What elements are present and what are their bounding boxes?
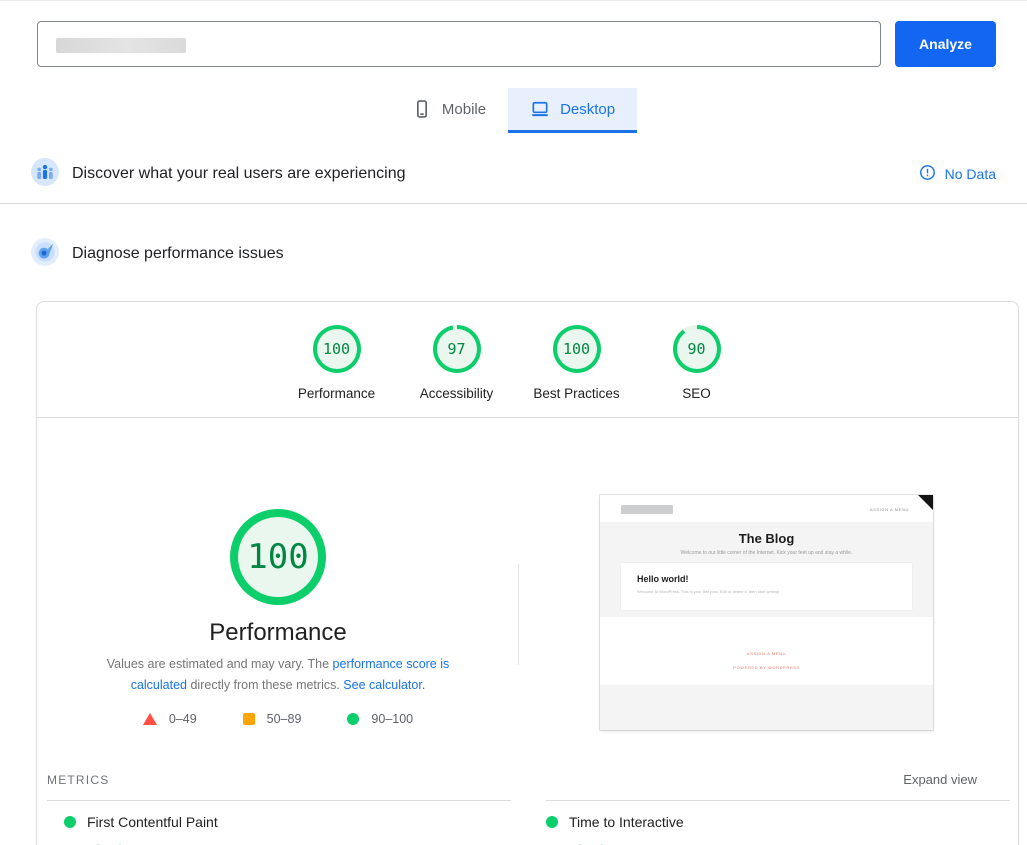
screenshot-redacted-site-name [621, 505, 673, 514]
tab-mobile[interactable]: Mobile [390, 88, 508, 133]
tab-desktop[interactable]: Desktop [508, 88, 637, 133]
best-practices-score-value: 100 [563, 340, 590, 358]
metric-fcp-label: First Contentful Paint [87, 814, 218, 830]
field-section-title: Discover what your real users are experi… [72, 165, 405, 183]
score-performance[interactable]: 100 Performance [277, 325, 397, 401]
metric-divider-left [47, 800, 511, 801]
score-accessibility[interactable]: 97 Accessibility [397, 325, 517, 401]
final-screenshot-thumbnail: ASSIGN A MENU The Blog Welcome to our li… [600, 495, 933, 730]
performance-score-ring: 100 [313, 325, 361, 373]
best-practices-score-label: Best Practices [517, 386, 637, 401]
info-icon [919, 164, 936, 184]
screenshot-hero-band: The Blog Welcome to our little corner of… [600, 522, 933, 617]
metric-first-contentful-paint: First Contentful Paint 0.3 s [64, 814, 218, 845]
performance-score-label: Performance [277, 386, 397, 401]
screenshot-post-excerpt: Welcome to WordPress. This is your first… [637, 589, 896, 594]
seo-score-label: SEO [637, 386, 757, 401]
lab-section-title: Diagnose performance issues [72, 245, 284, 263]
score-best-practices[interactable]: 100 Best Practices [517, 325, 637, 401]
performance-main-score: 100 [247, 537, 308, 577]
url-input[interactable] [37, 21, 881, 67]
card-divider [37, 417, 1018, 418]
tab-mobile-label: Mobile [442, 101, 486, 118]
real-users-icon [31, 158, 59, 191]
metric-fcp-value: 0.3 s [64, 839, 218, 845]
metric-pass-dot-icon [64, 816, 76, 828]
mobile-phone-icon [412, 99, 432, 119]
screenshot-corner-triangle-icon [918, 495, 933, 510]
diagnose-gauge-icon [31, 238, 59, 271]
screenshot-footer-band [600, 685, 933, 730]
disclaimer-text-1: Values are estimated and may vary. The [107, 657, 333, 671]
accessibility-score-ring: 97 [433, 325, 481, 373]
section-divider [0, 203, 1027, 204]
seo-score-value: 90 [687, 340, 705, 358]
pass-range-label: 90–100 [371, 712, 413, 726]
performance-gauge-title: Performance [37, 619, 519, 647]
metric-tti-value: 0.3 s [546, 839, 684, 845]
expand-view-button[interactable]: Expand view [903, 772, 977, 787]
lighthouse-report-card: 100 Performance 97 Accessibility 100 Bes… [36, 301, 1019, 845]
url-bar: Analyze [0, 1, 1027, 67]
no-data-link[interactable]: No Data [919, 164, 996, 184]
disclaimer-text-2: directly from these metrics. [187, 678, 343, 692]
screenshot-post-card: Hello world! Welcome to WordPress. This … [621, 563, 912, 610]
metric-divider-right [546, 800, 1010, 801]
device-tabs: Mobile Desktop [0, 88, 1027, 133]
category-scores-row: 100 Performance 97 Accessibility 100 Bes… [26, 302, 1007, 401]
screenshot-menu-label: ASSIGN A MENU [870, 507, 909, 512]
tab-desktop-label: Desktop [560, 101, 615, 118]
metrics-header: METRICS Expand view [47, 772, 977, 787]
fail-triangle-icon [143, 713, 157, 725]
screenshot-footer-links: ASSIGN A MENU POWERED BY WORDPRESS [600, 617, 933, 685]
fail-range-label: 0–49 [169, 712, 197, 726]
pass-circle-icon [347, 713, 359, 725]
performance-main-ring[interactable]: 100 [230, 509, 326, 605]
screenshot-footer-line-1: ASSIGN A MENU [600, 651, 933, 656]
metric-pass-dot-icon [546, 816, 558, 828]
accessibility-score-label: Accessibility [397, 386, 517, 401]
accessibility-score-value: 97 [447, 340, 465, 358]
performance-score-value: 100 [323, 340, 350, 358]
screenshot-footer-line-2: POWERED BY WORDPRESS [600, 665, 933, 670]
no-data-label: No Data [945, 166, 996, 182]
gauge-screenshot-divider [518, 564, 519, 665]
screenshot-blog-title: The Blog [600, 531, 933, 546]
screenshot-blog-subtitle: Welcome to our little corner of the Inte… [600, 550, 933, 556]
seo-score-ring: 90 [673, 325, 721, 373]
see-calculator-link[interactable]: See calculator. [343, 678, 425, 692]
legend-average: 50–89 [243, 712, 302, 726]
screenshot-post-title: Hello world! [637, 574, 896, 584]
average-range-label: 50–89 [267, 712, 302, 726]
field-data-section-header: Discover what your real users are experi… [0, 145, 1027, 203]
lab-section-header: Diagnose performance issues [0, 225, 1027, 283]
legend-pass: 90–100 [347, 712, 413, 726]
best-practices-score-ring: 100 [553, 325, 601, 373]
redacted-url-text [56, 38, 186, 53]
legend-fail: 0–49 [143, 712, 197, 726]
screenshot-site-header: ASSIGN A MENU [600, 495, 933, 522]
analyze-button[interactable]: Analyze [895, 21, 996, 67]
performance-gauge-section: 100 Performance Values are estimated and… [37, 509, 519, 726]
desktop-computer-icon [530, 99, 550, 119]
metrics-heading: METRICS [47, 773, 109, 787]
average-square-icon [243, 713, 255, 725]
metric-tti-label: Time to Interactive [569, 814, 684, 830]
score-disclaimer: Values are estimated and may vary. The p… [77, 654, 479, 695]
score-seo[interactable]: 90 SEO [637, 325, 757, 401]
score-legend: 0–49 50–89 90–100 [37, 712, 519, 726]
metric-time-to-interactive: Time to Interactive 0.3 s [546, 814, 684, 845]
